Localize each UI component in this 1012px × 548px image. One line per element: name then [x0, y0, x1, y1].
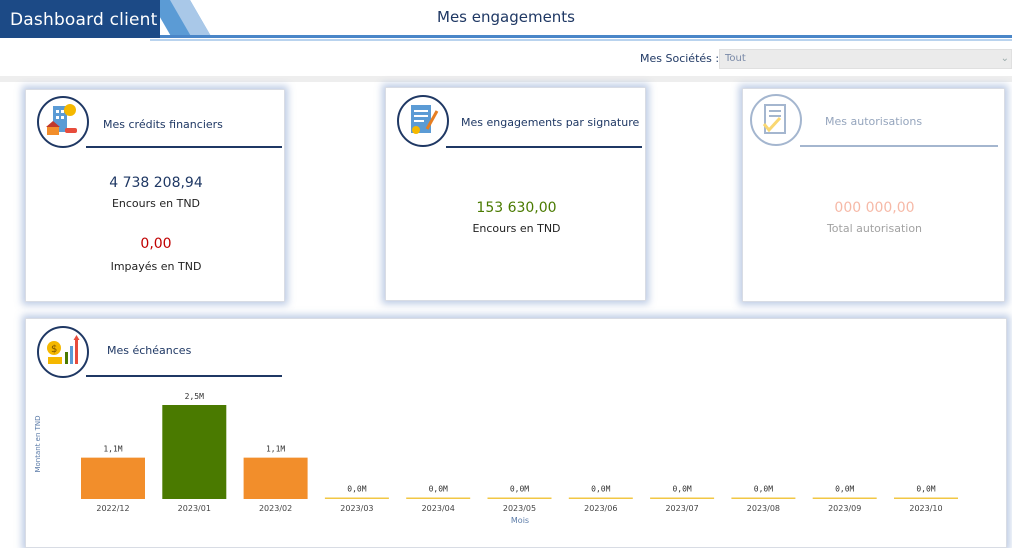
- chart-x-tick-label: 2022/12: [96, 504, 129, 513]
- chart-data-label: 1,1M: [266, 445, 285, 454]
- chart-data-label: 0,0M: [835, 485, 854, 494]
- chart-x-axis-label: Mois: [511, 516, 529, 525]
- chart-bar: [650, 497, 715, 499]
- chart-x-tick-label: 2023/08: [747, 504, 780, 513]
- chart-data-label: 2,5M: [185, 392, 204, 401]
- chart-x-tick-label: 2023/09: [828, 504, 861, 513]
- chart-bar: [731, 497, 796, 499]
- chart-data-label: 0,0M: [347, 485, 366, 494]
- chart-bar: [162, 405, 227, 499]
- echeances-bar-chart: 1,1M 2022/12 2,5M 2023/01 1,1M 2023/02 0,0M 202…: [34, 392, 958, 525]
- chart-x-tick-label: 2023/07: [665, 504, 698, 513]
- chart-bar: [324, 497, 389, 499]
- chart-data-label: 1,1M: [103, 445, 122, 454]
- chart-x-tick-label: 2023/06: [584, 504, 617, 513]
- chart-data-label: 0,0M: [510, 485, 529, 494]
- chart-data-label: 0,0M: [916, 485, 935, 494]
- chart-x-tick-label: 2023/04: [422, 504, 455, 513]
- chart-bar: [81, 457, 145, 499]
- chart-x-tick-label: 2023/10: [909, 504, 942, 513]
- chart-bar: [568, 497, 633, 499]
- chart-x-tick-label: 2023/03: [340, 504, 373, 513]
- chart-data-label: 0,0M: [672, 485, 691, 494]
- chart-x-tick-label: 2023/01: [178, 504, 211, 513]
- chart-data-label: 0,0M: [754, 485, 773, 494]
- chart-bar: [487, 497, 552, 499]
- chart-x-tick-label: 2023/02: [259, 504, 292, 513]
- chart-data-label: 0,0M: [429, 485, 448, 494]
- chart-x-tick-label: 2023/05: [503, 504, 536, 513]
- chart-data-label: 0,0M: [591, 485, 610, 494]
- chart-y-axis-label: Montant en TND: [34, 415, 42, 472]
- chart-bar: [812, 497, 877, 499]
- chart-bar: [243, 457, 308, 499]
- chart-bar: [894, 497, 958, 499]
- chart-bar: [406, 497, 471, 499]
